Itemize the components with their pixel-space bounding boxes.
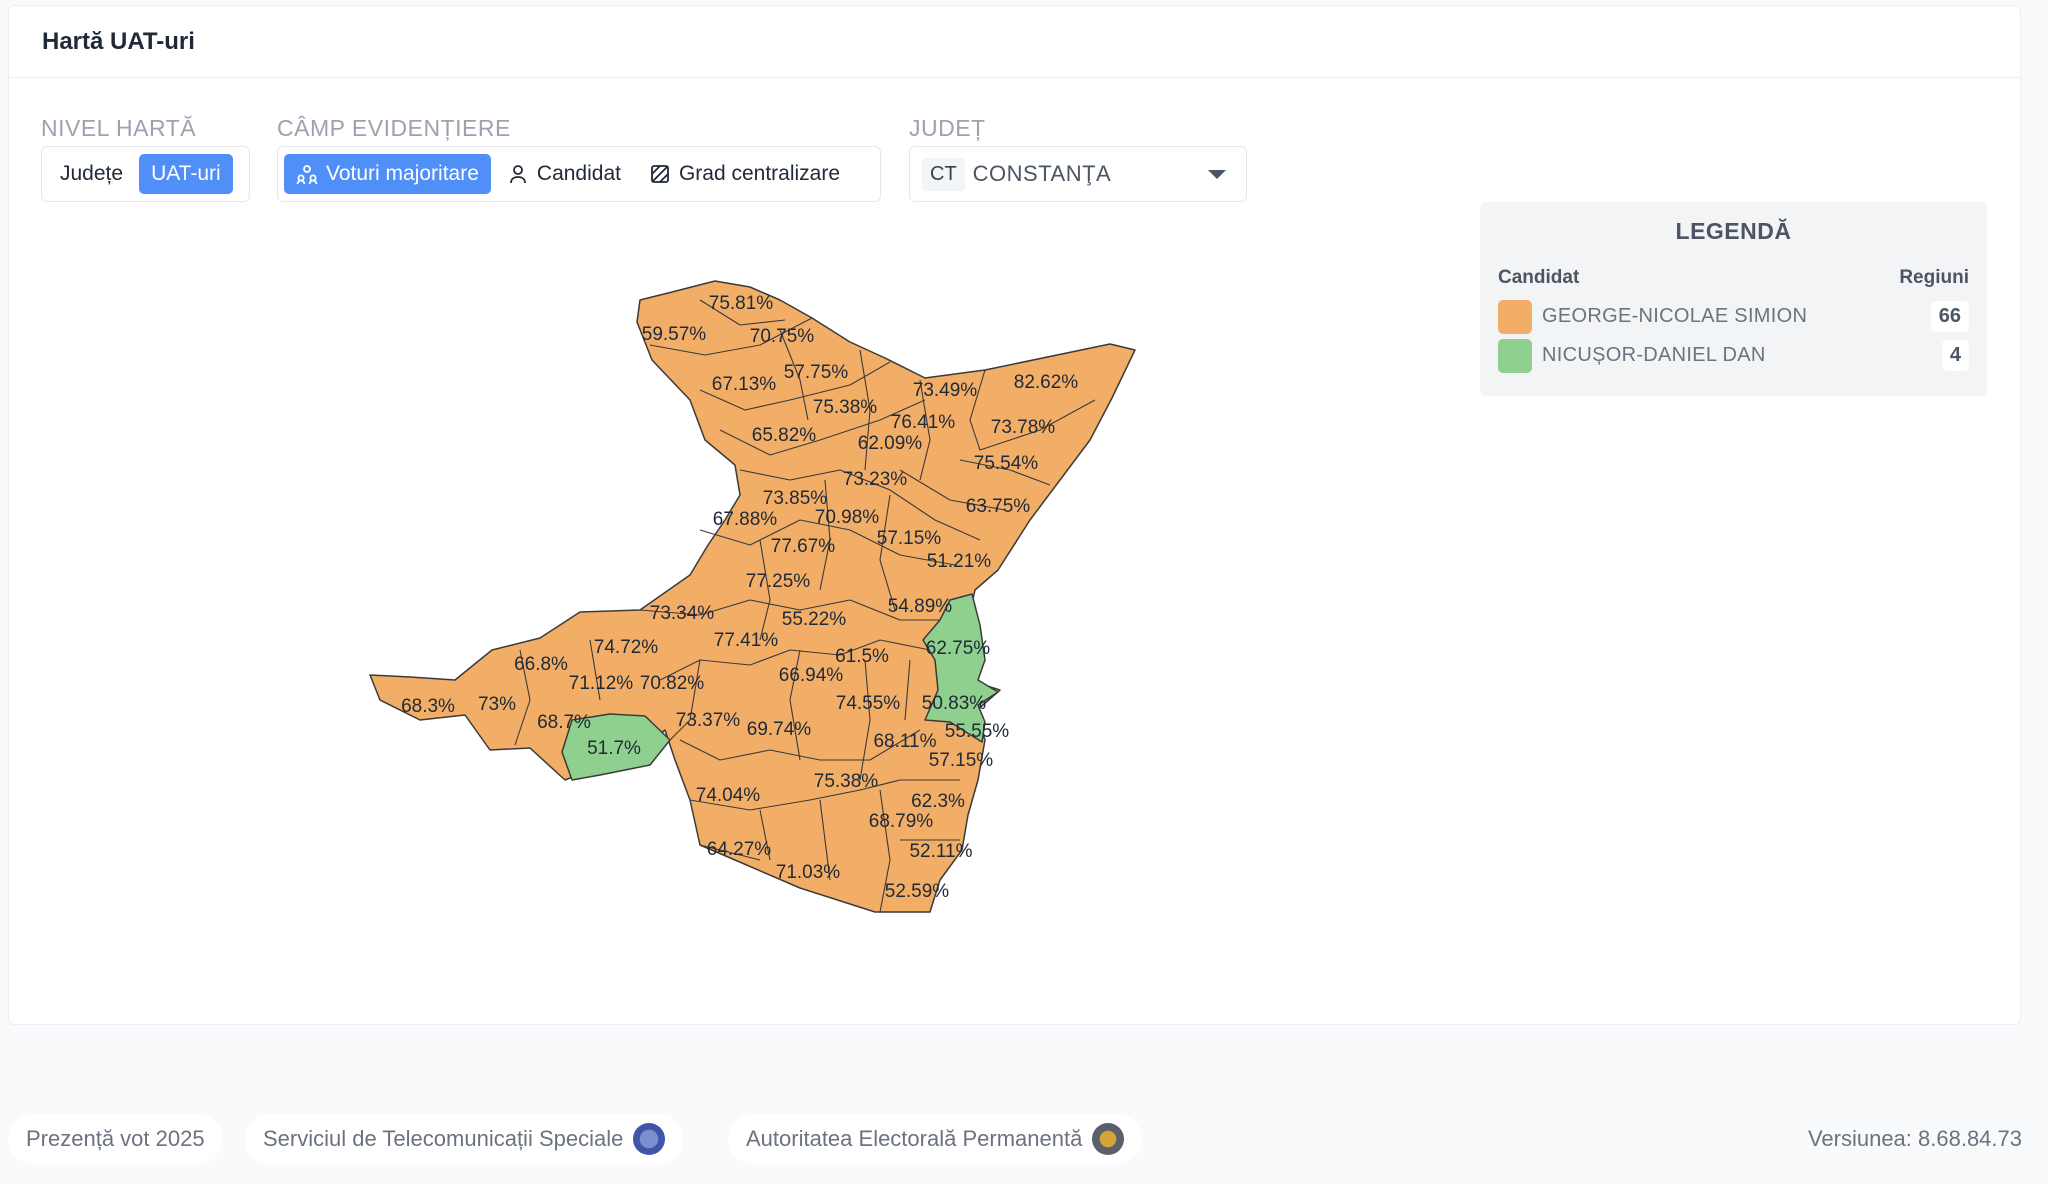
uat-label: 73.85%	[763, 488, 828, 509]
aep-logo-icon	[1092, 1123, 1125, 1155]
uat-label: 52.59%	[885, 881, 950, 902]
person-icon	[507, 163, 529, 185]
map-level-judete-button[interactable]: Județe	[48, 154, 135, 194]
legend-item-name: GEORGE-NICOLAE SIMION	[1542, 305, 1808, 327]
uat-label: 65.82%	[752, 425, 817, 446]
footer-item-label: Autoritatea Electorală Permanentă	[746, 1126, 1083, 1151]
uat-label: 64.27%	[707, 839, 772, 860]
uat-label: 74.72%	[594, 637, 659, 658]
footer-item-label: Serviciul de Telecomunicații Speciale	[263, 1126, 624, 1151]
uat-label: 68.3%	[401, 696, 455, 717]
uat-label: 54.89%	[888, 596, 953, 617]
uat-label: 69.74%	[747, 719, 812, 740]
uat-label: 67.13%	[712, 374, 777, 395]
uat-label: 76.41%	[891, 412, 956, 433]
uat-label: 55.55%	[945, 721, 1010, 742]
uat-label: 77.41%	[714, 630, 779, 651]
uat-label: 52.11%	[909, 841, 972, 862]
uat-label: 68.11%	[873, 731, 936, 752]
legend-item: NICUȘOR-DANIEL DAN 4	[1498, 336, 1969, 375]
uat-label: 73.23%	[843, 469, 908, 490]
legend-item-name: NICUȘOR-DANIEL DAN	[1542, 344, 1766, 366]
centralization-button[interactable]: Grad centralizare	[637, 154, 852, 194]
chevron-down-icon	[1208, 169, 1226, 179]
legend-swatch-simion	[1498, 299, 1532, 334]
legend-item-count: 66	[1930, 301, 1969, 332]
legend-swatch-dan	[1498, 338, 1532, 373]
uat-label: 75.81%	[709, 293, 774, 314]
uat-label: 67.88%	[713, 509, 778, 530]
version-text: Versiunea: 8.68.84.73	[1807, 1126, 2022, 1151]
uat-label: 73.34%	[650, 603, 715, 624]
uat-label: 68.7%	[537, 712, 591, 733]
uat-label: 62.3%	[911, 791, 965, 812]
uat-label: 57.15%	[877, 528, 942, 549]
county-label: JUDEȚ	[909, 115, 986, 141]
map-level-toggle: Județe UAT-uri	[41, 146, 250, 202]
county-code: CT	[922, 157, 965, 191]
map-level-label: NIVEL HARTĂ	[41, 115, 197, 141]
uat-label: 51.7%	[587, 738, 641, 759]
sts-logo-icon	[633, 1123, 666, 1155]
group-icon	[296, 163, 318, 185]
legend-panel: LEGENDĂ Candidat Regiuni GEORGE-NICOLAE …	[1480, 202, 1987, 396]
uat-label: 74.04%	[696, 785, 761, 806]
uat-label: 77.25%	[746, 571, 811, 592]
card-title: Hartă UAT-uri	[42, 27, 195, 55]
uat-label: 74.55%	[836, 693, 901, 714]
uat-label: 70.82%	[640, 673, 705, 694]
legend-col-candidate: Candidat	[1498, 267, 1580, 288]
county-name: CONSTANŢA	[972, 161, 1112, 186]
uat-label: 73%	[478, 694, 516, 715]
map-level-uat-button[interactable]: UAT-uri	[139, 154, 233, 194]
footer-item-sts[interactable]: Serviciul de Telecomunicații Speciale	[245, 1114, 684, 1164]
highlight-field-toggle: Voturi majoritare Candidat Grad centrali…	[277, 146, 881, 202]
uat-label: 57.75%	[784, 362, 849, 383]
majority-votes-button[interactable]: Voturi majoritare	[284, 154, 491, 194]
uat-label: 68.79%	[869, 811, 934, 832]
uat-label: 73.37%	[676, 710, 741, 731]
uat-label: 61.5%	[835, 646, 889, 667]
legend-item-count: 4	[1941, 340, 1969, 371]
uat-label: 50.83%	[922, 693, 987, 714]
uat-label: 70.98%	[815, 507, 880, 528]
uat-label: 62.75%	[926, 638, 991, 659]
county-map[interactable]: 75.81% 59.57% 70.75% 67.13% 57.75% 73.49…	[360, 272, 1160, 932]
legend-col-regions: Regiuni	[1899, 267, 1969, 288]
uat-label: 73.49%	[913, 380, 978, 401]
uat-label: 70.75%	[750, 326, 815, 347]
card-header: Hartă UAT-uri	[9, 6, 2020, 78]
uat-label: 55.22%	[782, 609, 847, 630]
uat-label: 59.57%	[642, 324, 707, 345]
uat-label: 75.38%	[813, 397, 878, 418]
uat-label: 57.15%	[929, 750, 994, 771]
legend-item: GEORGE-NICOLAE SIMION 66	[1498, 297, 1969, 336]
uat-label: 71.12%	[569, 673, 634, 694]
uat-label: 71.03%	[776, 862, 841, 883]
candidate-button[interactable]: Candidat	[495, 154, 633, 194]
uat-label: 62.09%	[858, 433, 923, 454]
uat-label: 51.21%	[927, 551, 992, 572]
county-select[interactable]: CT CONSTANŢA	[909, 146, 1247, 202]
uat-label: 63.75%	[966, 496, 1031, 517]
legend-header: Candidat Regiuni	[1498, 267, 1969, 289]
uat-label: 75.54%	[974, 453, 1039, 474]
uat-label: 66.94%	[779, 665, 844, 686]
centralization-label: Grad centralizare	[678, 162, 841, 185]
footer-item-prezenta[interactable]: Prezență vot 2025	[8, 1114, 223, 1164]
hatched-square-icon	[649, 163, 671, 185]
legend-title: LEGENDĂ	[1675, 218, 1792, 244]
majority-votes-label: Voturi majoritare	[326, 162, 479, 185]
uat-label: 75.38%	[814, 771, 879, 792]
highlight-field-label: CÂMP EVIDENȚIERE	[277, 115, 511, 141]
uat-label: 73.78%	[991, 417, 1056, 438]
candidate-label: Candidat	[536, 162, 621, 185]
uat-label: 82.62%	[1014, 372, 1079, 393]
footer-item-label: Prezență vot 2025	[26, 1126, 205, 1151]
footer-item-aep[interactable]: Autoritatea Electorală Permanentă	[728, 1114, 1143, 1164]
uat-label: 77.67%	[771, 536, 836, 557]
uat-label: 66.8%	[514, 654, 568, 675]
